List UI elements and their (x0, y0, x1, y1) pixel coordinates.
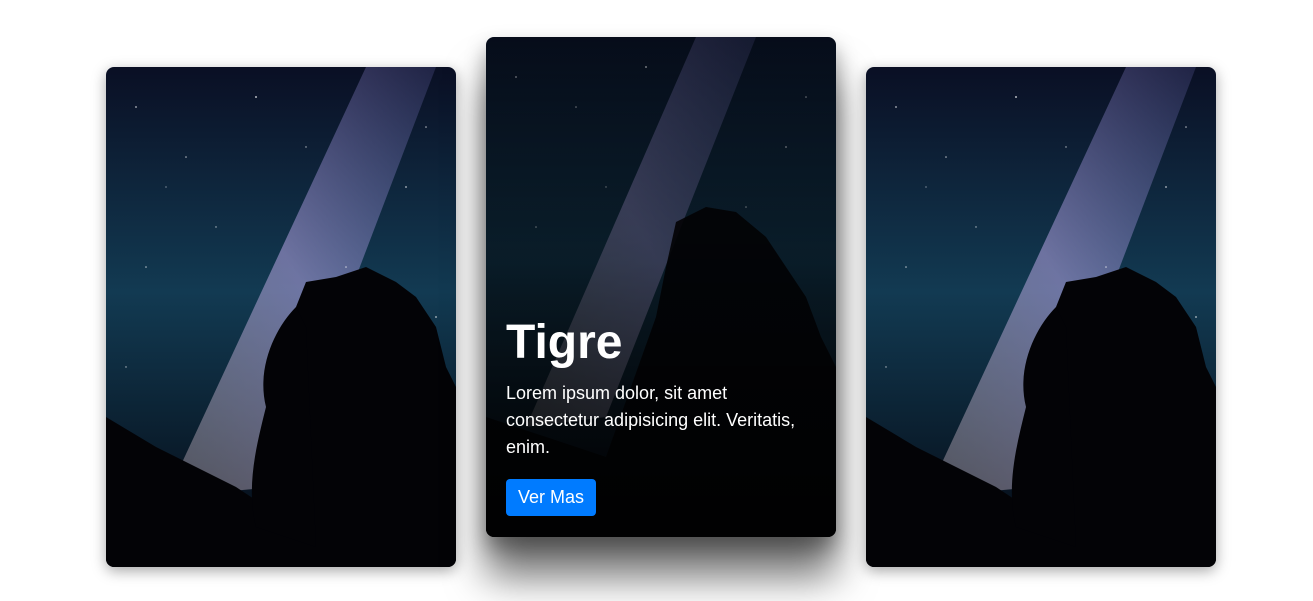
card-description: Lorem ipsum dolor, sit amet consectetur … (506, 382, 796, 457)
card-content: Tigre Lorem ipsum dolor, sit amet consec… (506, 316, 816, 516)
ver-mas-button[interactable]: Ver Mas (506, 478, 597, 516)
card-left[interactable] (106, 67, 456, 567)
card-title: Tigre (506, 316, 623, 369)
night-sky-image (866, 67, 1216, 567)
card-right[interactable] (866, 67, 1216, 567)
card-carousel: Tigre Lorem ipsum dolor, sit amet consec… (0, 0, 1313, 601)
night-sky-image (106, 67, 456, 567)
card-featured[interactable]: Tigre Lorem ipsum dolor, sit amet consec… (486, 37, 836, 537)
